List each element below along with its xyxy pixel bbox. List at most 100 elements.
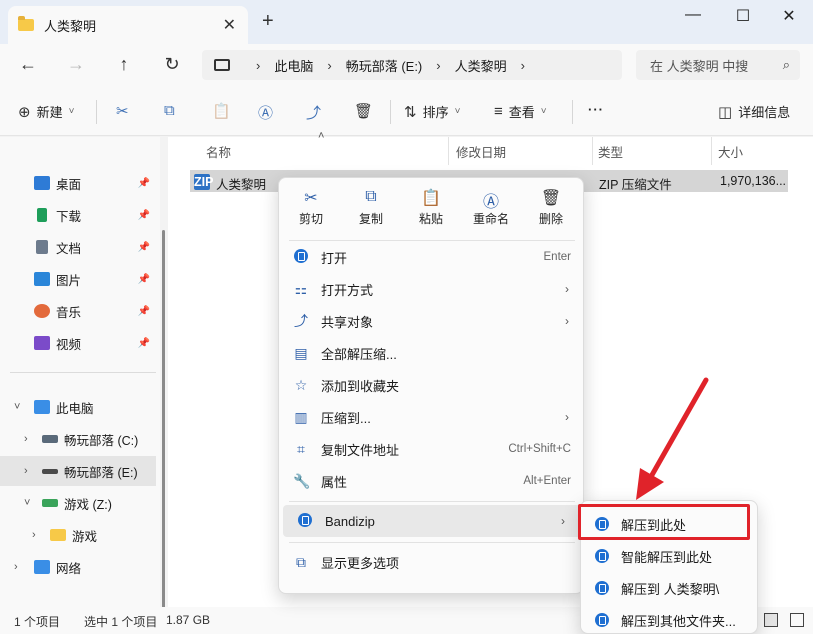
submenu-item-extract-other[interactable]: 解压到其他文件夹... (581, 604, 759, 634)
cut-button[interactable]: ✂ (116, 102, 135, 120)
sidebar-item-label: 下载 (56, 209, 82, 224)
view-button[interactable]: ≡ 查看 ˅ (494, 102, 547, 121)
menu-item-more-options[interactable]: ⧉ 显示更多选项 (279, 546, 585, 578)
delete-button[interactable]: 🗑 (354, 102, 379, 120)
column-name[interactable]: 名称 (206, 142, 231, 161)
document-icon (36, 240, 48, 254)
tab-renlei[interactable]: 人类黎明 ✕ (8, 6, 248, 44)
sidebar-item-drive-c[interactable]: › 畅玩部落 (C:) (0, 424, 156, 454)
maximize-button[interactable]: ☐ (728, 6, 758, 26)
chevron-down-icon[interactable]: ˅ (14, 401, 20, 413)
copy-button[interactable]: ⧉ (164, 102, 181, 119)
address-bar[interactable]: › 此电脑 › 畅玩部落 (E:) › 人类黎明 › (202, 50, 622, 80)
pin-icon: 📌 (137, 209, 150, 221)
drive-icon (42, 468, 58, 474)
column-divider[interactable] (592, 137, 593, 165)
menu-item-properties[interactable]: 🔧 属性 Alt+Enter (279, 465, 585, 497)
context-copy-button[interactable]: ⧉ 复制 (347, 188, 395, 227)
scissors-icon: ✂ (304, 190, 318, 207)
submenu-item-label: 解压到其他文件夹... (621, 613, 736, 629)
context-rename-button[interactable]: Ⓐ 重命名 (467, 188, 515, 227)
sort-icon: ⇅ (404, 103, 417, 121)
star-icon: ☆ (294, 376, 308, 393)
sidebar-item-documents[interactable]: 文档 📌 (0, 232, 156, 262)
minimize-button[interactable]: — (678, 6, 708, 26)
file-type: ZIP 压缩文件 (599, 178, 672, 192)
menu-divider (289, 501, 575, 502)
sidebar-item-downloads[interactable]: 下载 📌 (0, 200, 156, 230)
column-size[interactable]: 大小 (718, 142, 743, 161)
submenu-item-extract-to-folder[interactable]: 解压到 人类黎明\ (581, 572, 759, 604)
submenu-item-smart-extract[interactable]: 智能解压到此处 (581, 540, 759, 572)
menu-item-open[interactable]: 打开 Enter (279, 241, 585, 273)
chevron-right-icon[interactable]: › (32, 529, 36, 541)
more-button[interactable]: ··· (588, 102, 604, 117)
shortcut-label: Alt+Enter (523, 475, 571, 487)
tiles-view-icon[interactable] (790, 613, 804, 627)
menu-item-extract-all[interactable]: ▤ 全部解压缩... (279, 337, 585, 369)
new-button[interactable]: ⊕ 新建 ˅ (18, 102, 74, 121)
rename-button[interactable]: Ⓐ (258, 102, 279, 123)
sidebar-item-drive-z[interactable]: ˅ 游戏 (Z:) (0, 488, 156, 518)
copy-label: 复制 (358, 212, 383, 226)
sidebar-item-label: 网络 (56, 561, 82, 576)
up-button[interactable]: ↑ (112, 54, 136, 75)
column-divider[interactable] (448, 137, 449, 165)
chevron-down-icon[interactable]: ˅ (24, 497, 30, 509)
paste-button[interactable]: 📋 (212, 102, 237, 120)
search-input[interactable]: 在 人类黎明 中搜 ⌕ (636, 50, 800, 80)
submenu-item-label: 解压到 人类黎明\ (621, 581, 720, 597)
menu-item-open-with[interactable]: ⚏ 打开方式 › (279, 273, 585, 305)
details-pane-button[interactable]: ◫ 详细信息 (718, 102, 790, 121)
share-button[interactable]: ⤴ (306, 102, 327, 123)
view-label: 查看 (508, 105, 535, 120)
forward-button[interactable]: → (64, 54, 88, 75)
details-view-icon[interactable] (764, 613, 778, 627)
sidebar-item-drive-e[interactable]: › 畅玩部落 (E:) (0, 456, 156, 486)
sidebar-item-music[interactable]: 音乐 📌 (0, 296, 156, 326)
chevron-right-icon[interactable]: › (24, 433, 28, 445)
search-placeholder: 在 人类黎明 中搜 (650, 58, 749, 74)
toolbar-divider (96, 100, 97, 124)
sidebar-item-pictures[interactable]: 图片 📌 (0, 264, 156, 294)
item-count: 1 个项目 (14, 615, 61, 629)
tab-title: 人类黎明 (44, 18, 97, 34)
column-divider[interactable] (711, 137, 712, 165)
column-modified[interactable]: 修改日期 (456, 142, 506, 161)
column-type[interactable]: 类型 (598, 142, 623, 161)
menu-item-copy-path[interactable]: ⌗ 复制文件地址 Ctrl+Shift+C (279, 433, 585, 465)
close-button[interactable]: ✕ (774, 6, 804, 26)
breadcrumb-drive-e[interactable]: 畅玩部落 (E:) (346, 56, 423, 75)
sort-button[interactable]: ⇅ 排序 ˅ (404, 102, 460, 121)
sidebar-item-network[interactable]: › 网络 (0, 552, 156, 582)
music-icon (34, 304, 50, 318)
refresh-button[interactable]: ↻ (160, 54, 184, 75)
menu-item-favorites[interactable]: ☆ 添加到收藏夹 (279, 369, 585, 401)
menu-item-share[interactable]: ⤴ 共享对象 › (279, 305, 585, 337)
chevron-right-icon: › (565, 410, 569, 424)
context-paste-button[interactable]: 📋 粘贴 (407, 188, 455, 227)
sidebar-item-games-folder[interactable]: › 游戏 (0, 520, 156, 550)
zip-file-icon: ZIP (194, 174, 214, 190)
menu-item-bandizip[interactable]: Bandizip › (283, 505, 581, 537)
menu-divider (289, 542, 575, 543)
back-button[interactable]: ← (16, 54, 40, 75)
sidebar-scrollbar[interactable] (162, 230, 165, 610)
tab-close-icon[interactable]: ✕ (223, 15, 236, 35)
sidebar-item-this-pc[interactable]: ˅ 此电脑 (0, 392, 156, 422)
chevron-right-icon[interactable]: › (14, 561, 18, 573)
sidebar-item-desktop[interactable]: 桌面 📌 (0, 168, 156, 198)
title-bar: 人类黎明 ✕ + — ☐ ✕ (0, 0, 813, 44)
chevron-right-icon[interactable]: › (24, 465, 28, 477)
context-cut-button[interactable]: ✂ 剪切 (287, 188, 335, 227)
menu-item-compress-to[interactable]: ▥ 压缩到... › (279, 401, 585, 433)
new-tab-button[interactable]: + (262, 10, 274, 33)
menu-item-label: 打开 (321, 250, 348, 266)
breadcrumb-this-pc[interactable]: 此电脑 (274, 56, 313, 75)
wrench-icon: 🔧 (293, 472, 311, 489)
sidebar-item-videos[interactable]: 视频 📌 (0, 328, 156, 358)
breadcrumb-folder[interactable]: 人类黎明 (455, 56, 507, 75)
context-delete-button[interactable]: 🗑 删除 (527, 188, 575, 227)
bandizip-icon (298, 512, 312, 527)
menu-item-label: 压缩到... (321, 410, 371, 426)
